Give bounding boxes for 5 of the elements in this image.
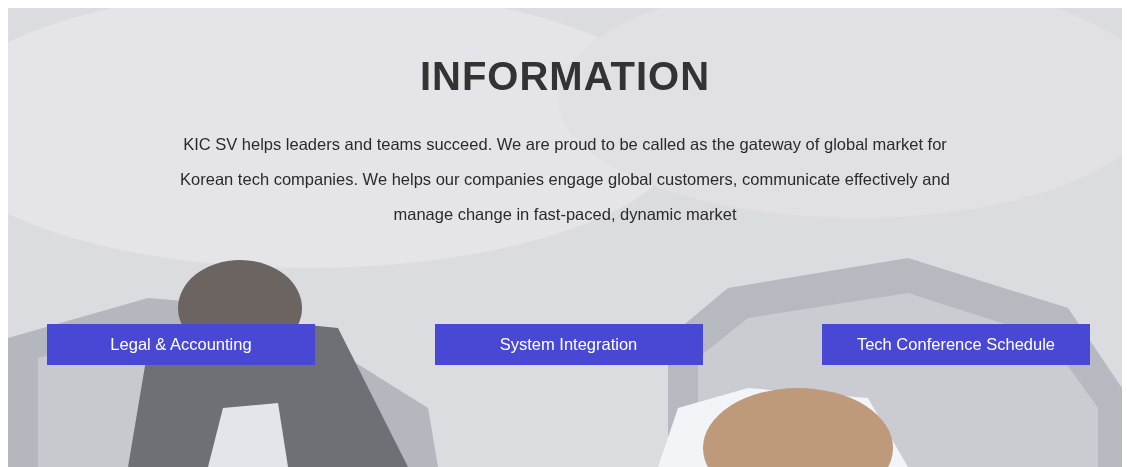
section-description: KIC SV helps leaders and teams succeed. We are proud to be called as the gateway of global market for Korean tech companies. We helps our companies engage global customers, communicate effectively and manage change in fast-paced, dynamic market (179, 134, 951, 225)
section-title: INFORMATION (419, 54, 711, 99)
category-button[interactable]: System Integration (434, 324, 703, 365)
category-button[interactable]: Tech Conference Schedule (822, 324, 1090, 365)
category-button[interactable]: Legal & Accounting (47, 324, 315, 365)
